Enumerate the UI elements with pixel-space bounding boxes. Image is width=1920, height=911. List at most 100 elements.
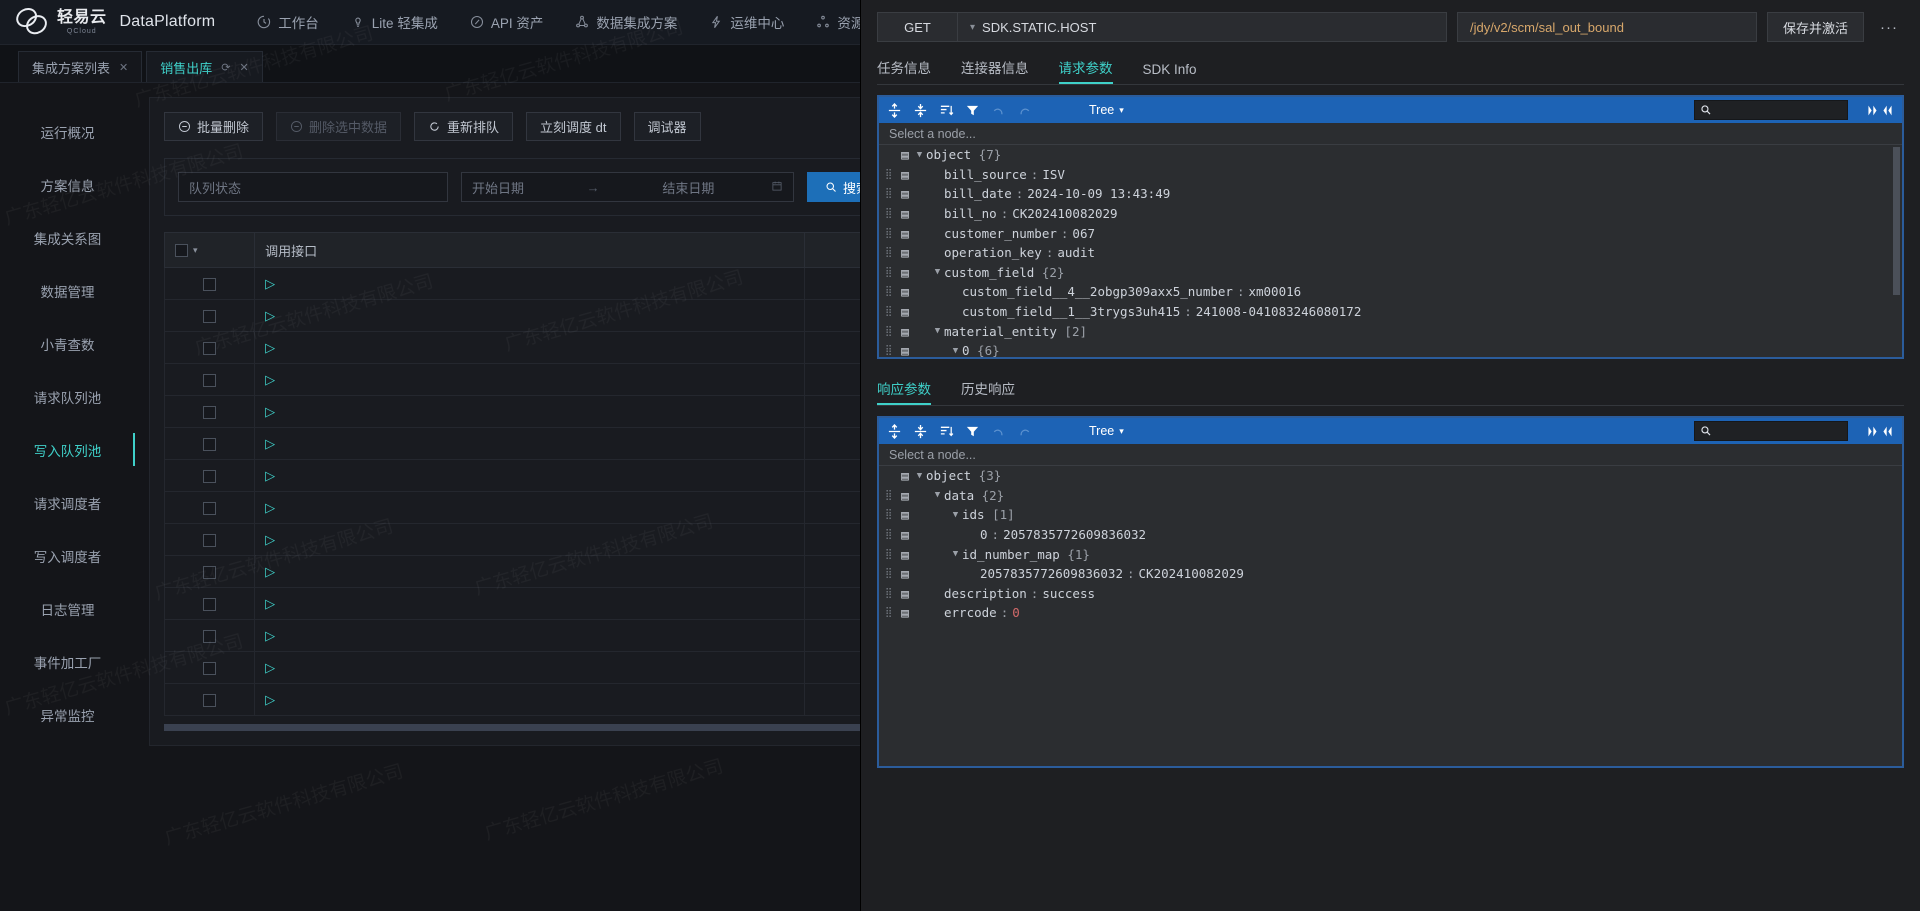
row-checkbox[interactable] [203, 502, 217, 516]
expand-triangle-icon[interactable]: ▼ [913, 471, 926, 481]
play-icon[interactable]: ▷ [265, 308, 275, 323]
nav-item-ops-center[interactable]: 运维中心 [693, 0, 800, 45]
json-row[interactable]: ⣿ ▤ ▼ id_number_map {1} [879, 544, 1902, 564]
request-mode-select[interactable]: Tree ▾ [1089, 103, 1124, 117]
requeue-button[interactable]: 重新排队 [414, 112, 514, 141]
expand-triangle-icon[interactable]: ▼ [949, 510, 962, 520]
row-checkbox[interactable] [203, 662, 217, 676]
redo-icon[interactable] [1017, 424, 1032, 439]
drag-handle-icon[interactable]: ⣿ [885, 306, 897, 317]
response-mode-select[interactable]: Tree ▾ [1089, 424, 1124, 438]
close-icon[interactable]: ✕ [119, 61, 128, 74]
sidebar-item-request-scheduler[interactable]: 请求调度者 [0, 476, 135, 529]
collapse-all-icon[interactable] [913, 103, 928, 118]
json-row[interactable]: ⣿ ▤ errcode:0 [879, 603, 1902, 623]
tab-response-params[interactable]: 响应参数 [877, 378, 931, 405]
tab-request-params[interactable]: 请求参数 [1058, 57, 1113, 84]
json-row[interactable]: ⣿ ▤ operation_key: audit [879, 243, 1902, 263]
row-checkbox[interactable] [203, 470, 217, 484]
play-icon[interactable]: ▷ [265, 404, 275, 419]
request-json-tree[interactable]: ▤ ▼ object {7} ⣿ ▤ bill_source: ISV ⣿ ▤ bill_date… [879, 145, 1902, 357]
play-icon[interactable]: ▷ [265, 436, 275, 451]
drag-handle-icon[interactable]: ⣿ [885, 247, 897, 258]
filter-icon[interactable] [965, 424, 980, 439]
json-row[interactable]: ⣿ ▤ 2057835772609836032: CK202410082029 [879, 564, 1902, 584]
drag-handle-icon[interactable]: ⣿ [885, 588, 897, 599]
expand-triangle-icon[interactable]: ▼ [931, 490, 944, 500]
expand-triangle-icon[interactable]: ▼ [949, 549, 962, 559]
undo-icon[interactable] [991, 103, 1006, 118]
delete-selected-button[interactable]: 删除选中数据 [276, 112, 402, 141]
drag-handle-icon[interactable]: ⣿ [885, 607, 897, 618]
host-select[interactable]: ▾ SDK.STATIC.HOST [957, 12, 1447, 42]
json-row[interactable]: ⣿ ▤ custom_field__1__3trygs3uh415:241008-0… [879, 302, 1902, 322]
row-checkbox[interactable] [203, 406, 217, 420]
drag-handle-icon[interactable]: ⣿ [885, 509, 897, 520]
play-icon[interactable]: ▷ [265, 468, 275, 483]
json-row[interactable]: ⣿ ▤ customer_number:067 [879, 223, 1902, 243]
json-row[interactable]: ⣿ ▤ ▼ data {2} [879, 486, 1902, 506]
row-checkbox[interactable] [203, 630, 217, 644]
node-type-icon[interactable]: ▤ [897, 324, 913, 339]
node-type-icon[interactable]: ▤ [897, 586, 913, 601]
node-type-icon[interactable]: ▤ [897, 304, 913, 319]
drag-handle-icon[interactable]: ⣿ [885, 188, 897, 199]
sidebar-item-query[interactable]: 小青查数 [0, 317, 135, 370]
drag-handle-icon[interactable]: ⣿ [885, 326, 897, 337]
json-row[interactable]: ⣿ ▤ ▼ ids [1] [879, 505, 1902, 525]
tab-task-info[interactable]: 任务信息 [877, 57, 931, 84]
json-row[interactable]: ▤ ▼ object {3} [879, 466, 1902, 486]
row-checkbox[interactable] [203, 438, 217, 452]
json-row[interactable]: ⣿ ▤ bill_no: CK202410082029 [879, 204, 1902, 224]
node-type-icon[interactable]: ▤ [897, 343, 913, 357]
sidebar-item-plan-info[interactable]: 方案信息 [0, 158, 135, 211]
nav-item-lite-integration[interactable]: Lite 轻集成 [335, 0, 454, 45]
node-type-icon[interactable]: ▤ [897, 226, 913, 241]
nav-item-workbench[interactable]: 工作台 [241, 0, 335, 45]
brand-logo[interactable]: 轻易云 QCloud DataPlatform [14, 5, 215, 39]
play-icon[interactable]: ▷ [265, 276, 275, 291]
expand-results-icon[interactable] [1866, 425, 1879, 438]
debugger-button[interactable]: 调试器 [633, 112, 701, 141]
node-type-icon[interactable]: ▤ [897, 206, 913, 221]
undo-icon[interactable] [991, 424, 1006, 439]
json-row[interactable]: ⣿ ▤ bill_date:2024-10-09 13:43:49 [879, 184, 1902, 204]
play-icon[interactable]: ▷ [265, 628, 275, 643]
more-options-button[interactable]: ··· [1874, 19, 1904, 36]
json-row[interactable]: ▤ ▼ object {7} [879, 145, 1902, 165]
window-tab-sales-outbound[interactable]: 销售出库 ⟳ ✕ [146, 51, 263, 82]
play-icon[interactable]: ▷ [265, 500, 275, 515]
json-row[interactable]: ⣿ ▤ bill_source: ISV [879, 165, 1902, 185]
drag-handle-icon[interactable]: ⣿ [885, 228, 897, 239]
collapse-results-icon[interactable] [1881, 104, 1894, 117]
node-type-icon[interactable]: ▤ [897, 167, 913, 182]
row-checkbox[interactable] [203, 566, 217, 580]
row-checkbox[interactable] [203, 342, 217, 356]
request-tree-scrollbar[interactable] [1893, 147, 1900, 295]
node-type-icon[interactable]: ▤ [897, 566, 913, 581]
node-type-icon[interactable]: ▤ [897, 147, 913, 162]
node-type-icon[interactable]: ▤ [897, 245, 913, 260]
sidebar-item-request-queue-pool[interactable]: 请求队列池 [0, 370, 135, 423]
nav-item-api-assets[interactable]: API 资产 [454, 0, 560, 45]
filter-icon[interactable] [965, 103, 980, 118]
search-nav-buttons[interactable] [1866, 104, 1894, 117]
sidebar-item-relation-graph[interactable]: 集成关系图 [0, 211, 135, 264]
play-icon[interactable]: ▷ [265, 532, 275, 547]
play-icon[interactable]: ▷ [265, 372, 275, 387]
row-checkbox[interactable] [203, 534, 217, 548]
sidebar-item-data-management[interactable]: 数据管理 [0, 264, 135, 317]
json-row[interactable]: ⣿ ▤ description: success [879, 584, 1902, 604]
row-checkbox[interactable] [203, 278, 217, 292]
sidebar-item-event-factory[interactable]: 事件加工厂 [0, 635, 135, 688]
drag-handle-icon[interactable]: ⣿ [885, 345, 897, 356]
tab-response-history[interactable]: 历史响应 [961, 378, 1015, 405]
node-type-icon[interactable]: ▤ [897, 507, 913, 522]
window-tab-integration-list[interactable]: 集成方案列表 ✕ [18, 51, 143, 82]
request-path-input[interactable]: /jdy/v2/scm/sal_out_bound [1457, 12, 1757, 42]
play-icon[interactable]: ▷ [265, 692, 275, 707]
expand-triangle-icon[interactable]: ▼ [931, 267, 944, 277]
row-checkbox[interactable] [203, 310, 217, 324]
collapse-results-icon[interactable] [1881, 425, 1894, 438]
save-and-activate-button[interactable]: 保存并激活 [1766, 12, 1864, 42]
